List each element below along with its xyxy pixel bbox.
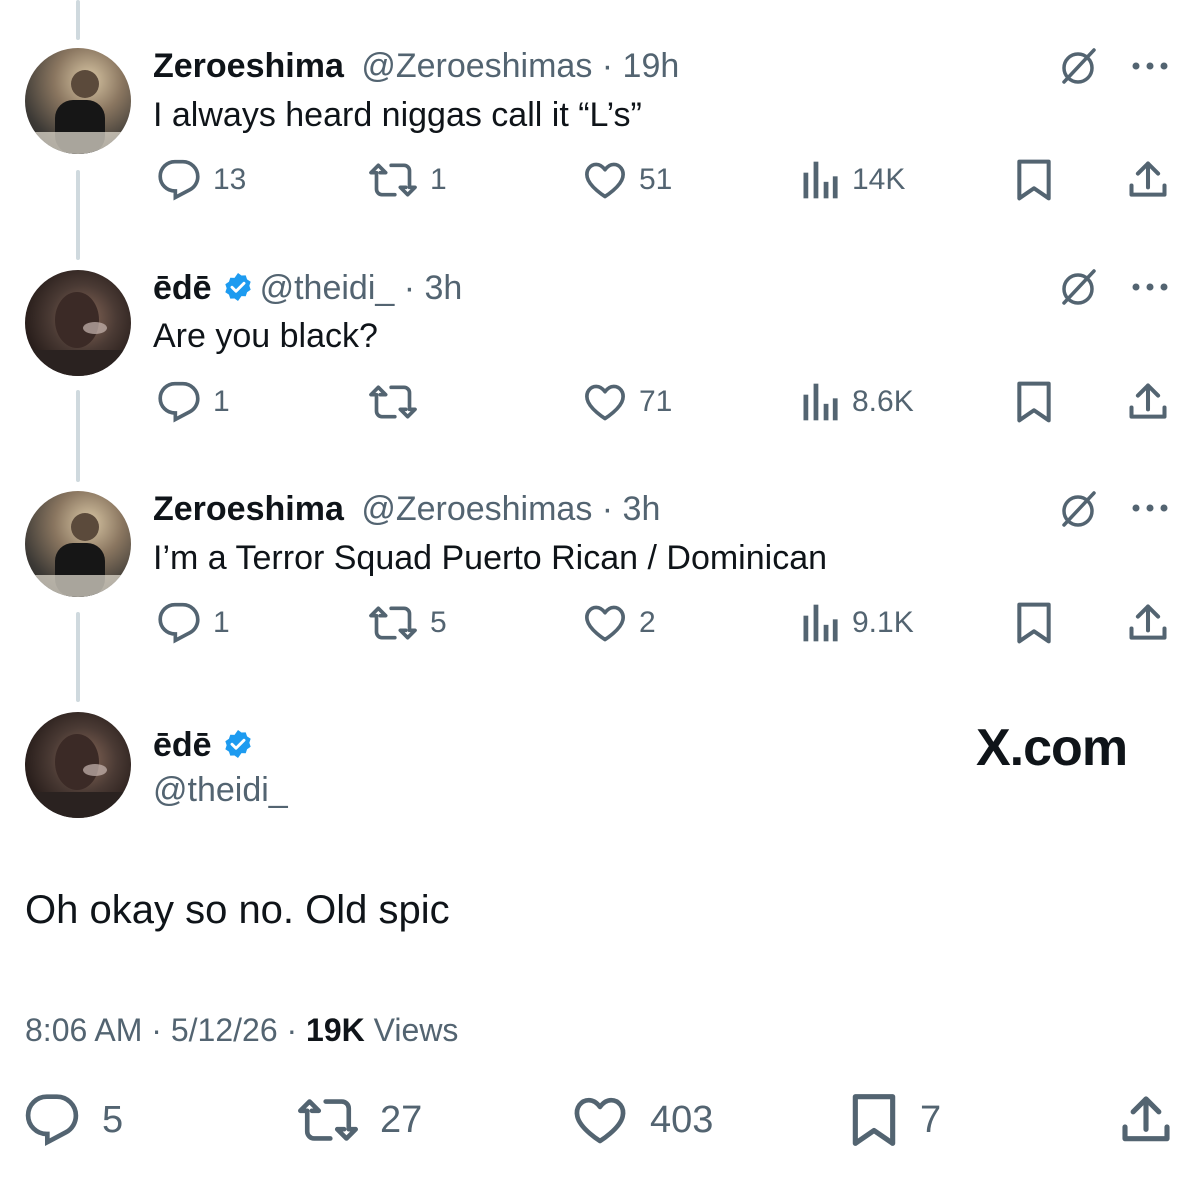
tweet-actions: 1 5 2 9.1K [0,601,1200,649]
reply-button[interactable]: 1 [157,601,230,645]
tweet-header: ēdē @theidi_ · 3h [153,268,462,308]
author-name[interactable]: ēdē [153,269,212,307]
like-icon [585,384,625,421]
bookmark-count: 7 [920,1099,942,1141]
views-button[interactable]: 9.1K [800,601,914,645]
verified-badge-icon [224,730,251,758]
views-button[interactable]: 14K [800,158,905,202]
like-count: 51 [639,163,673,196]
repost-button[interactable] [368,380,430,424]
tweet-text: I’m a Terror Squad Puerto Rican / Domini… [153,539,828,577]
bookmark-button[interactable] [1014,601,1054,645]
share-icon [1129,383,1167,419]
views-label: Views [364,1012,459,1048]
author-handle[interactable]: @theidi_ · 3h [260,269,463,307]
share-button[interactable] [1126,601,1170,645]
grok-icon[interactable] [1056,265,1100,309]
like-icon [585,605,625,642]
repost-icon [369,385,417,419]
avatar[interactable] [25,491,131,597]
author-name-row: ēdē [153,725,260,765]
reply-icon [158,602,200,644]
verified-badge-icon [224,273,251,301]
repost-icon [298,1099,358,1141]
views-button[interactable]: 8.6K [800,380,914,424]
tweet-header: Zeroeshima @Zeroeshimas · 3h [153,489,660,529]
like-icon [574,1097,626,1144]
reply-button[interactable]: 5 [24,1092,123,1148]
share-button[interactable] [1126,380,1170,424]
timestamp[interactable]: 8:06 AM · 5/12/26 · [25,1012,306,1048]
like-count: 2 [639,606,656,639]
more-icon[interactable] [1128,500,1172,516]
reply-button[interactable]: 1 [157,380,230,424]
repost-count: 1 [430,163,447,196]
tweet-actions: 13 1 51 14K [0,158,1200,206]
views-count: 19K [306,1012,365,1048]
like-count: 403 [650,1099,714,1141]
grok-icon[interactable] [1056,44,1100,88]
like-button[interactable]: 51 [583,158,672,202]
bookmark-icon [852,1094,896,1146]
repost-button[interactable]: 27 [298,1092,422,1148]
reply-count: 1 [213,385,230,418]
views-icon [803,383,838,421]
reply-count: 13 [213,163,247,196]
like-icon [585,162,625,199]
reply-button[interactable]: 13 [157,158,246,202]
like-button[interactable]: 2 [583,601,656,645]
view-count: 9.1K [852,606,914,639]
author-name[interactable]: Zeroeshima [153,490,344,528]
author-handle[interactable]: @theidi_ [153,770,288,810]
author-handle[interactable]: @Zeroeshimas · 3h [361,490,660,528]
view-count: 8.6K [852,385,914,418]
share-button[interactable] [1118,1092,1174,1148]
thread-line [76,0,80,40]
repost-count: 27 [380,1099,423,1141]
like-count: 71 [639,385,673,418]
bookmark-button[interactable] [1014,380,1054,424]
like-button[interactable]: 71 [583,380,672,424]
more-icon[interactable] [1128,58,1172,74]
share-icon [1129,161,1167,197]
tweet-header: Zeroeshima @Zeroeshimas · 19h [153,46,679,86]
tweet-text: Oh okay so no. Old spic [25,888,450,932]
author-name[interactable]: Zeroeshima [153,47,344,85]
repost-button[interactable]: 1 [368,158,447,202]
tweet-actions: 1 71 8.6K [0,380,1200,428]
bookmark-button[interactable] [1014,158,1054,202]
bookmark-icon [1017,381,1051,423]
bookmark-icon [1017,159,1051,201]
x-watermark: X.com [976,719,1128,777]
share-icon [1129,604,1167,640]
repost-icon [369,163,417,197]
view-count: 14K [852,163,906,196]
avatar[interactable] [25,48,131,154]
tweet-meta: 8:06 AM · 5/12/26 · 19K Views [25,1010,458,1050]
like-button[interactable]: 403 [572,1092,713,1148]
avatar[interactable] [25,712,131,818]
views-icon [803,604,838,642]
tweet-text: I always heard niggas call it “L’s” [153,96,642,134]
reply-icon [25,1094,79,1147]
avatar[interactable] [25,270,131,376]
author-name[interactable]: ēdē [153,726,212,764]
repost-icon [369,606,417,640]
reply-icon [158,381,200,423]
author-handle[interactable]: @Zeroeshimas · 19h [361,47,679,85]
repost-button[interactable]: 5 [368,601,447,645]
reply-count: 5 [102,1099,124,1141]
bookmark-icon [1017,602,1051,644]
grok-icon[interactable] [1056,487,1100,531]
reply-icon [158,159,200,201]
tweet-text: Are you black? [153,317,378,355]
share-button[interactable] [1126,158,1170,202]
reply-count: 1 [213,606,230,639]
share-icon [1122,1096,1170,1142]
more-icon[interactable] [1128,279,1172,295]
main-tweet-actions: 5 27 403 7 [0,1092,1200,1152]
repost-count: 5 [430,606,447,639]
bookmark-button[interactable]: 7 [850,1092,941,1148]
views-icon [803,161,838,199]
